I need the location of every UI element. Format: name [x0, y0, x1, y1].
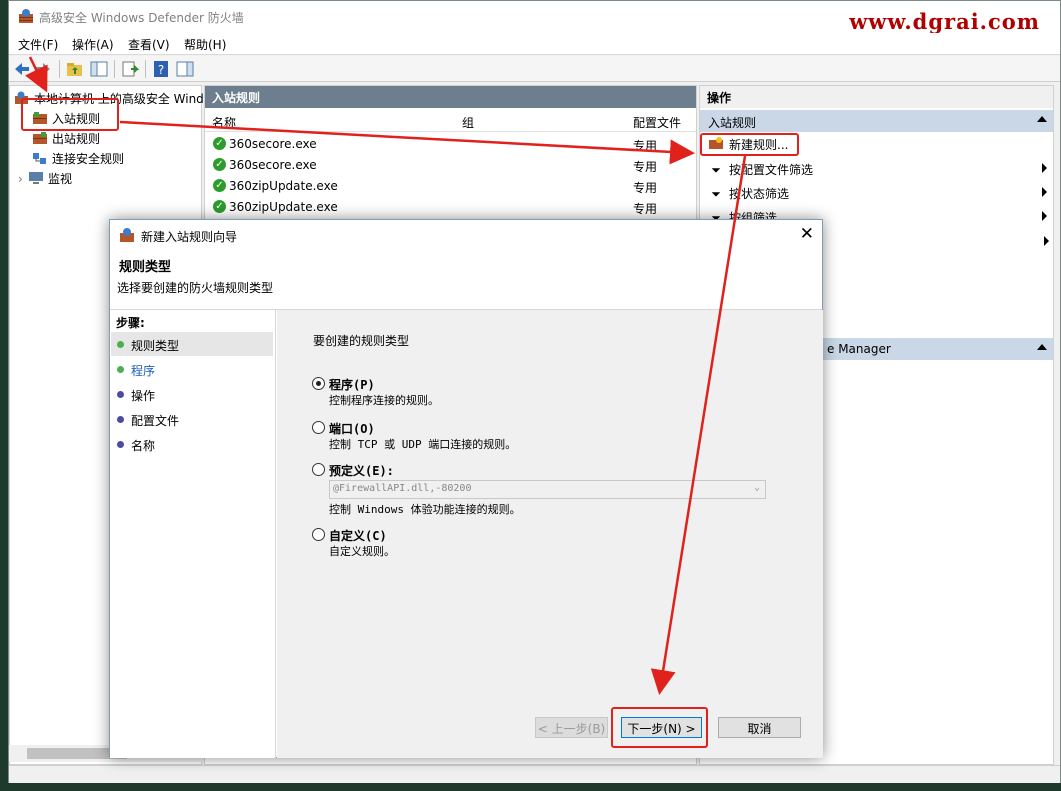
annotation-arrow — [25, 56, 48, 93]
annotation-arrow — [119, 120, 695, 165]
annotation-arrow — [650, 155, 747, 695]
annotation-arrows — [25, 56, 747, 695]
